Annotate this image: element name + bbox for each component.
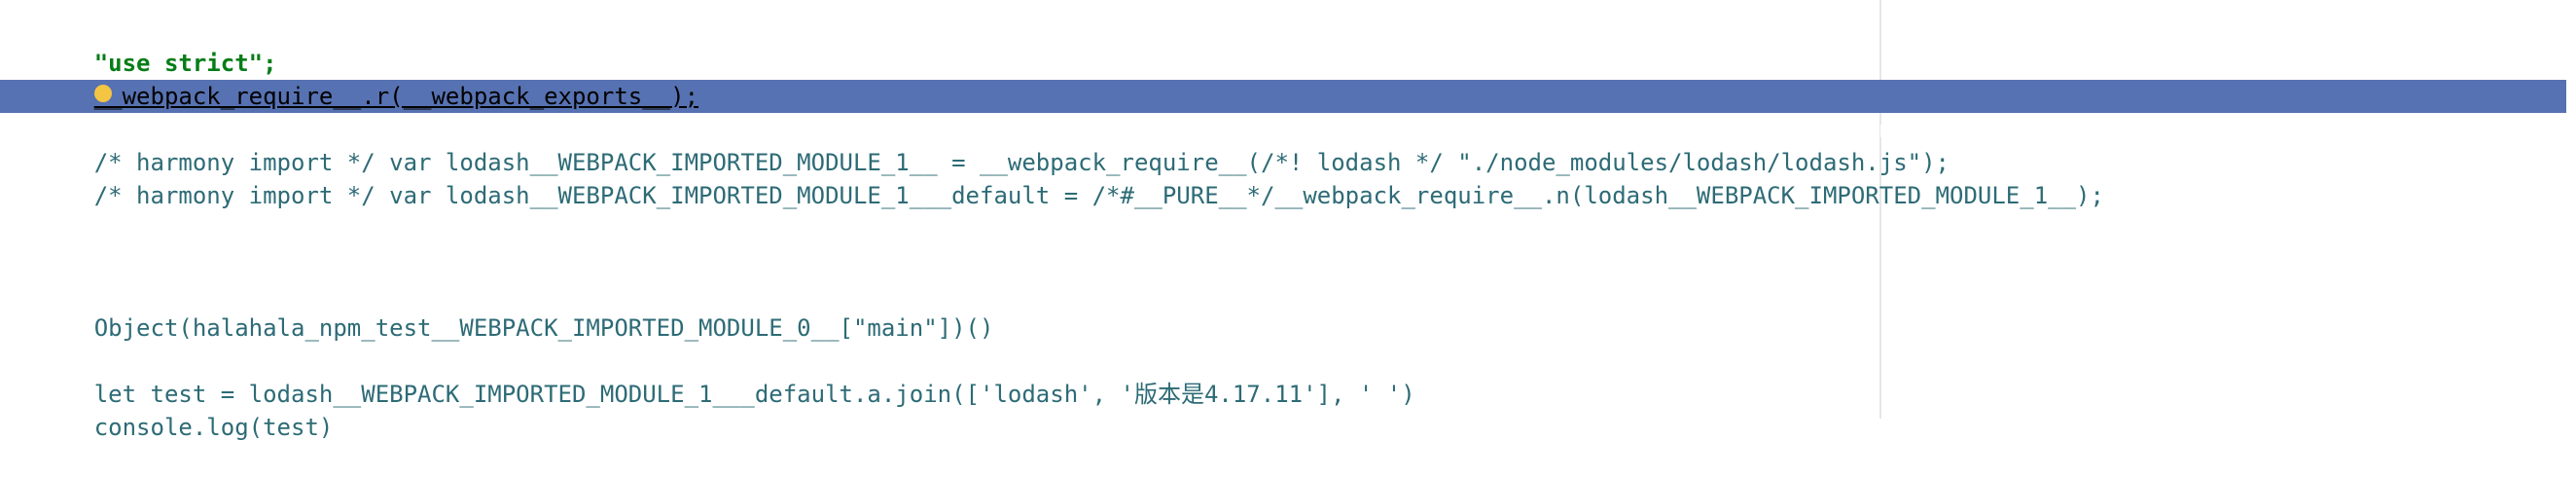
code-line-11-text: let test = lodash__WEBPACK_IMPORTED_MODU… <box>93 381 1415 408</box>
code-line-3-text: /* harmony import */ var halahala_npm_te… <box>93 116 2400 143</box>
code-area[interactable]: "use strict"; __webpack_require__.r(__we… <box>0 14 2566 441</box>
code-line-8[interactable] <box>10 245 2566 278</box>
code-line-1-text: "use strict"; <box>93 50 277 77</box>
code-line-12-text: console.log(test) <box>93 414 334 441</box>
code-line-5-text: /* harmony import */ var lodash__WEBPACK… <box>93 182 2104 209</box>
lightbulb-icon[interactable] <box>93 85 112 102</box>
code-editor[interactable]: "use strict"; __webpack_require__.r(__we… <box>0 0 2576 441</box>
code-line-2[interactable]: __webpack_require__.r(__webpack_exports_… <box>10 47 2566 110</box>
code-line-9-text: Object(halahala_npm_test__WEBPACK_IMPORT… <box>93 314 994 342</box>
code-line-11[interactable]: let test = lodash__WEBPACK_IMPORTED_MODU… <box>10 345 2566 408</box>
code-line-2-text: __webpack_require__.r(__webpack_exports_… <box>93 83 699 110</box>
code-line-1[interactable]: "use strict"; <box>10 14 2566 77</box>
code-line-7[interactable] <box>10 212 2566 245</box>
code-line-4-text: /* harmony import */ var lodash__WEBPACK… <box>93 149 1950 176</box>
code-line-9[interactable]: Object(halahala_npm_test__WEBPACK_IMPORT… <box>10 278 2566 342</box>
